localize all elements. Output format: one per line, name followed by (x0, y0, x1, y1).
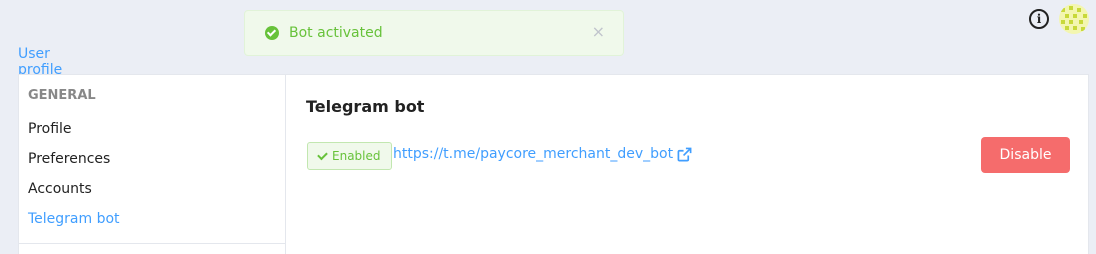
avatar[interactable] (1059, 4, 1089, 34)
sidebar-item-preferences[interactable]: Preferences (28, 151, 110, 167)
sidebar-item-profile[interactable]: Profile (28, 121, 72, 137)
profile-card: GENERAL Profile Preferences Accounts Tel… (18, 74, 1089, 254)
info-icon[interactable]: i (1029, 9, 1049, 29)
external-link-icon[interactable] (677, 147, 692, 162)
sidebar: GENERAL Profile Preferences Accounts Tel… (19, 75, 286, 254)
bot-link[interactable]: https://t.me/paycore_merchant_dev_bot (393, 146, 692, 162)
disable-button[interactable]: Disable (981, 137, 1070, 173)
toast-notification: Bot activated × (244, 10, 624, 56)
status-badge: Enabled (307, 142, 392, 170)
toast-message: Bot activated (289, 25, 383, 41)
check-circle-icon (265, 26, 279, 40)
close-icon[interactable]: × (592, 24, 605, 40)
bot-link-text[interactable]: https://t.me/paycore_merchant_dev_bot (393, 146, 673, 162)
sidebar-heading: GENERAL (28, 88, 96, 103)
page-title: Telegram bot (306, 97, 425, 116)
sidebar-item-accounts[interactable]: Accounts (28, 181, 92, 197)
status-badge-label: Enabled (332, 149, 381, 163)
check-icon (317, 149, 328, 161)
sidebar-item-telegram-bot[interactable]: Telegram bot (28, 211, 120, 227)
sidebar-divider (19, 243, 286, 244)
